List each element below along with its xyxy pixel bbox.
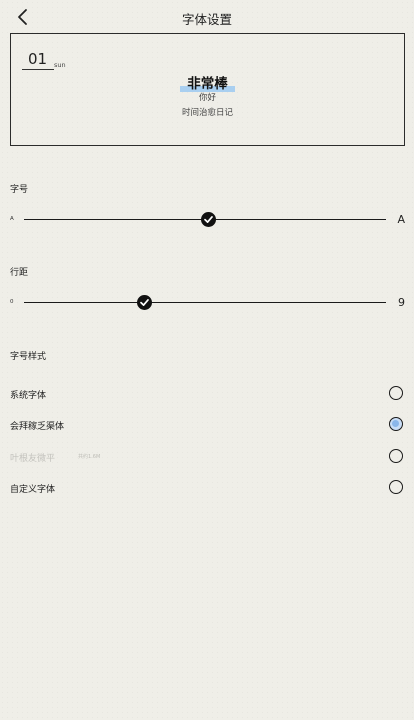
preview-text-line: 时间治愈日记 [181,108,233,118]
line-spacing-slider-track[interactable] [24,302,386,303]
line-spacing-max-label: 9 [398,296,405,309]
font-option-label: 叶根友微平 [10,454,56,464]
font-size-min-label: A [10,216,14,222]
line-spacing-slider-thumb[interactable] [137,295,153,310]
preview-title: 非常棒 [180,72,235,92]
radio-button[interactable] [389,449,403,463]
radio-button[interactable] [389,480,403,494]
font-style-label: 字号样式 [10,352,47,362]
preview-date-number: 01 [28,50,48,68]
font-preview-card: 01 sun 非常棒 你好 时间治愈日记 [10,33,405,146]
font-option-custom[interactable]: 自定义字体 [0,478,414,498]
font-option-label: 会拜稼乏渠体 [10,422,65,432]
font-option-handwriting[interactable]: 会拜稼乏渠体 [0,415,414,435]
page-title: 字体设置 [181,12,232,27]
font-option-label: 系统字体 [10,391,47,401]
font-option-size: 共约1.6M [78,454,101,460]
radio-button[interactable] [389,386,403,400]
font-size-max-label: A [397,213,405,226]
check-icon [140,299,150,306]
line-spacing-label: 行距 [10,268,29,278]
header-bar: 字体设置 [0,0,414,34]
font-option-label: 自定义字体 [10,485,56,495]
font-option-downloadable[interactable]: 叶根友微平 共约1.6M [0,447,414,467]
preview-date-day: sun [54,61,66,69]
radio-button[interactable] [389,417,403,431]
font-size-label: 字号 [10,185,29,195]
line-spacing-min-label: 0 [10,299,14,305]
check-icon [204,216,213,223]
preview-title-wrap: 非常棒 [11,72,404,92]
font-size-slider-thumb[interactable] [201,212,217,227]
preview-subtitle: 你好 [198,93,216,103]
font-option-system[interactable]: 系统字体 [0,384,414,404]
preview-date-underline [22,69,54,70]
